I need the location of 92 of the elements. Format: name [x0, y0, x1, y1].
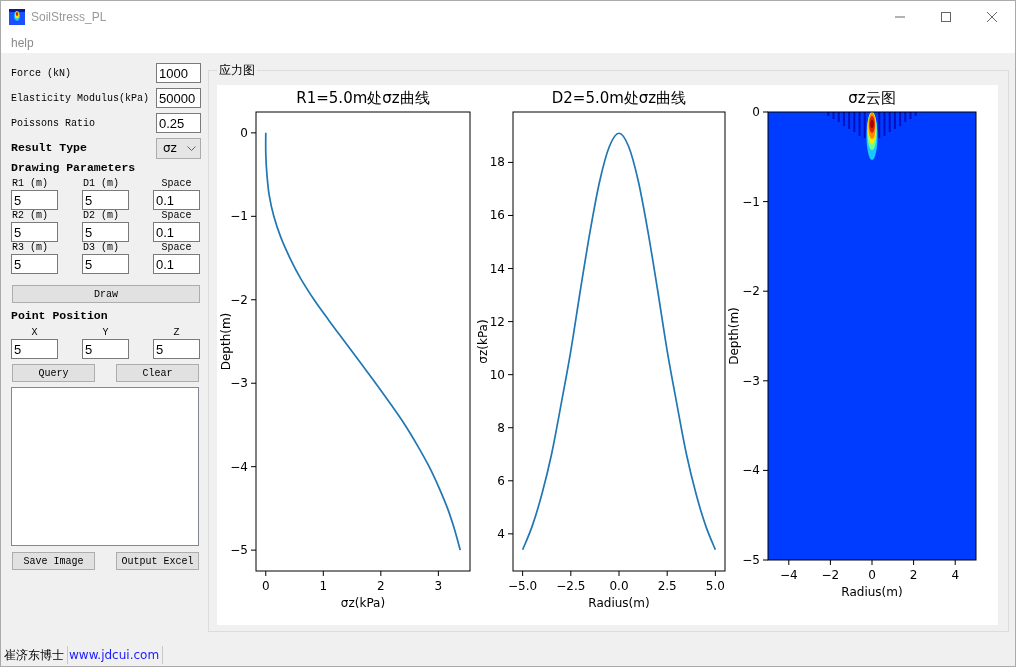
axis-label: Depth(m) — [219, 312, 233, 371]
axis-label: Depth(m) — [727, 307, 741, 365]
tick-label: 12 — [489, 314, 505, 329]
chart-title: R1=5.0m处σz曲线 — [296, 89, 430, 107]
field-label: Space — [160, 242, 193, 254]
output-text-area[interactable] — [11, 387, 199, 546]
save-image-button[interactable]: Save Image — [12, 552, 95, 570]
tick-label: −2 — [821, 568, 840, 582]
tick-label: 0.0 — [609, 579, 629, 593]
field-label: D1 (m) — [82, 178, 120, 190]
tick-label: −1 — [742, 194, 760, 209]
tick-label: 0 — [752, 105, 760, 119]
tick-label: 2 — [377, 579, 385, 593]
menu-item[interactable]: help — [10, 36, 35, 50]
tick-label: −3 — [742, 373, 760, 388]
field-label: R2 (m) — [11, 210, 49, 222]
tick-label: −4 — [779, 568, 798, 582]
axis-label: σz(kPa) — [340, 596, 386, 610]
input-field[interactable]: 5 — [82, 339, 129, 359]
axis-label: Radius(m) — [588, 596, 650, 610]
tick-label: −2 — [230, 292, 248, 307]
status-link[interactable]: www.jdcui.com — [68, 646, 164, 664]
chevron-down-icon — [187, 145, 196, 151]
tick-label: −3 — [230, 376, 248, 391]
close-icon — [987, 12, 997, 22]
input-field[interactable]: 5 — [11, 339, 58, 359]
tick-label: 0 — [868, 568, 876, 582]
tick-label: −2.5 — [556, 579, 586, 593]
field-label: Poissons Ratio — [11, 117, 95, 129]
tick-label: −1 — [230, 209, 248, 224]
input-field[interactable]: 50000 — [156, 88, 201, 108]
field-label: D3 (m) — [82, 242, 120, 254]
tick-label: −2 — [742, 284, 760, 299]
tick-label: 2.5 — [657, 579, 677, 593]
section-title: Drawing Parameters — [11, 162, 137, 174]
query-button[interactable]: Query — [12, 364, 95, 382]
input-field[interactable]: 0.1 — [153, 222, 200, 242]
input-field[interactable]: 5 — [82, 254, 129, 274]
tick-label: 0 — [240, 125, 248, 140]
tick-label: 14 — [489, 261, 505, 276]
tick-label: −4 — [742, 463, 760, 478]
window-title: SoilStress_PL — [31, 10, 107, 24]
axis-label: Radius(m) — [841, 585, 903, 599]
tick-label: 18 — [489, 155, 505, 170]
tick-label: 1 — [319, 579, 328, 593]
tick-label: 2 — [909, 568, 918, 582]
field-label: Force (kN) — [11, 67, 71, 79]
tick-label: 3 — [434, 579, 443, 593]
input-field[interactable]: 5 — [11, 254, 58, 274]
status-text: 崔济东博士 — [3, 646, 68, 664]
input-field[interactable]: 0.1 — [153, 190, 200, 210]
field-label: Space — [160, 178, 193, 190]
tick-label: 8 — [497, 420, 505, 435]
result-type-dropdown[interactable]: σz — [156, 137, 201, 159]
tick-label: −5.0 — [508, 579, 538, 593]
tick-label: −4 — [230, 459, 248, 474]
export-excel-button[interactable]: Output Excel — [116, 552, 199, 570]
chart-title: σz云图 — [848, 89, 896, 107]
tick-label: 4 — [497, 526, 505, 541]
field-label: X — [30, 327, 39, 339]
field-label: R3 (m) — [11, 242, 49, 254]
axis-label: σz(kPa) — [476, 319, 490, 364]
field-label: D2 (m) — [82, 210, 120, 222]
maximize-icon — [941, 12, 951, 22]
input-field[interactable]: 1000 — [156, 63, 201, 83]
input-field[interactable]: 5 — [82, 190, 129, 210]
input-field[interactable]: 5 — [82, 222, 129, 242]
tick-label: −5 — [230, 543, 248, 558]
chart-title: D2=5.0m处σz曲线 — [551, 89, 687, 107]
field-label: Result Type — [11, 142, 87, 154]
input-field[interactable]: 0.1 — [153, 254, 200, 274]
field-label: Y — [101, 327, 110, 339]
draw-button[interactable]: Draw — [12, 285, 200, 303]
field-label: Elasticity Modulus(kPa) — [11, 92, 150, 104]
field-label: Z — [172, 327, 181, 339]
input-field[interactable]: 5 — [11, 222, 58, 242]
clear-button[interactable]: Clear — [116, 364, 199, 382]
group-title: 应力图 — [218, 63, 256, 77]
input-field[interactable]: 0.25 — [156, 113, 201, 133]
field-label: Space — [160, 210, 193, 222]
tick-label: 10 — [489, 367, 505, 382]
app-icon — [9, 9, 25, 25]
tick-label: 0 — [261, 579, 270, 593]
tick-label: 6 — [497, 473, 505, 488]
field-label: R1 (m) — [11, 178, 49, 190]
tick-label: 4 — [951, 568, 959, 582]
tick-label: −5 — [742, 553, 760, 567]
section-title: Point Position — [11, 310, 109, 322]
tick-label: 16 — [489, 208, 505, 223]
input-field[interactable]: 5 — [11, 190, 58, 210]
input-field[interactable]: 5 — [153, 339, 200, 359]
tick-label: 5.0 — [705, 579, 725, 593]
